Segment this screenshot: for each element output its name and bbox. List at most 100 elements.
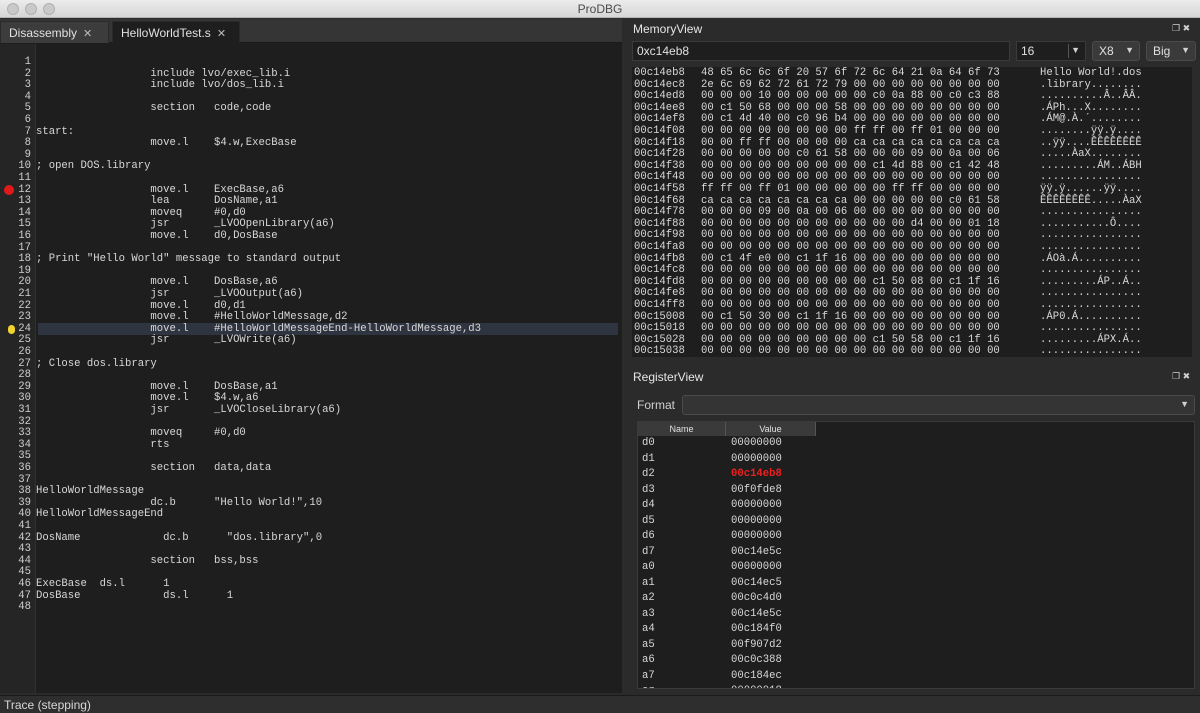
register-name: a7 [642, 669, 655, 682]
register-value[interactable]: 00f0fde8 [731, 483, 782, 499]
program-counter-icon [8, 324, 15, 334]
code-line[interactable]: move.l d0,DosBase [36, 230, 618, 243]
column-header-value[interactable]: Value [726, 422, 816, 436]
code-line[interactable]: ; Close dos.library [36, 358, 618, 371]
line-number[interactable]: 46 [18, 578, 31, 591]
register-table[interactable]: Name Value d0 00000000 d1 00000000 d2 00c14eb… [637, 421, 1195, 689]
source-code[interactable]: include lvo/exec_lib.i include lvo/dos_l… [36, 44, 622, 693]
code-line[interactable] [36, 521, 618, 533]
memory-bytes[interactable]: 00 00 00 00 00 00 00 00 00 00 00 00 00 0… [701, 241, 1000, 254]
code-line[interactable]: section bss,bss [36, 555, 618, 568]
code-line[interactable]: jsr _LVOOutput(a6) [36, 288, 618, 301]
code-line[interactable]: ExecBase ds.l 1 [36, 578, 618, 591]
register-value[interactable]: 00000000 [731, 498, 782, 514]
line-number[interactable]: 16 [18, 230, 31, 243]
memory-address: 00c14ff8 [634, 299, 685, 311]
register-name: a6 [642, 654, 655, 666]
columns-value: 16 [1021, 44, 1035, 58]
code-line[interactable]: DosBase ds.l 1 [36, 590, 618, 603]
memory-ascii[interactable]: ................ [1040, 299, 1142, 312]
chevron-down-icon: ▼ [1125, 45, 1134, 55]
memory-dump[interactable]: 00c14eb8 48 65 6c 6c 6f 20 57 6f 72 6c 64… [632, 67, 1192, 357]
memory-address: 00c15038 [634, 345, 685, 357]
memory-bytes[interactable]: ff ff 00 ff 01 00 00 00 00 00 ff ff 00 0… [701, 183, 1000, 196]
line-number[interactable]: 11 [18, 172, 31, 185]
code-line[interactable]: ; open DOS.library [36, 161, 618, 173]
register-name: a5 [642, 638, 655, 651]
line-number-gutter[interactable]: 1 2 3 4 5 6 7 8 9 10 11 12 13 14 15 16 17 18 19 20 21 22 23 24 2… [0, 44, 36, 693]
line-number[interactable]: 26 [18, 346, 31, 359]
register-name: d2 [642, 468, 655, 480]
code-line[interactable] [36, 602, 618, 614]
endian-combo[interactable]: Big ▼ [1146, 41, 1196, 61]
memory-ascii[interactable]: Hello World!.dos [1040, 67, 1142, 80]
status-bar: Trace (stepping) [0, 695, 1200, 713]
register-value[interactable]: 00c14e5c [731, 607, 782, 623]
code-line[interactable] [36, 115, 618, 127]
register-value[interactable]: 00c0c388 [731, 653, 782, 669]
register-name: a1 [642, 576, 655, 589]
code-line[interactable]: include lvo/dos_lib.i [36, 80, 618, 92]
register-value[interactable]: 00c14ec5 [731, 576, 782, 592]
tab-label: HelloWorldTest.s [121, 26, 211, 40]
register-value[interactable]: 00000000 [731, 514, 782, 530]
address-input[interactable]: 0xc14eb8 [632, 41, 1010, 61]
register-value[interactable]: 00000000 [731, 560, 782, 576]
line-number[interactable]: 41 [18, 520, 31, 533]
register-value[interactable]: 00000000 [731, 529, 782, 545]
memory-address: 00c14fa8 [634, 241, 685, 253]
memory-bytes[interactable]: 48 65 6c 6c 6f 20 57 6f 72 6c 64 21 0a 6… [701, 67, 1000, 80]
register-value[interactable]: 00000000 [731, 436, 782, 452]
code-line[interactable]: DosName dc.b "dos.library",0 [36, 532, 618, 545]
register-value[interactable]: 00c14eb8 [731, 467, 782, 483]
line-number[interactable]: 36 [18, 462, 31, 475]
data-width-value: X8 [1099, 44, 1114, 58]
pin-icon[interactable]: ✕ [83, 27, 92, 40]
code-line[interactable]: section code,code [36, 103, 618, 115]
register-value[interactable]: 00c184f0 [731, 622, 782, 638]
code-line[interactable] [36, 347, 618, 359]
line-number[interactable]: 21 [18, 288, 31, 301]
breakpoint-icon[interactable] [4, 184, 14, 195]
code-line[interactable]: HelloWorldMessageEnd [36, 509, 618, 521]
memory-bytes[interactable]: 00 00 00 00 00 00 00 00 00 00 00 00 00 0… [701, 346, 1000, 357]
register-value[interactable]: 00f907d2 [731, 638, 782, 654]
memory-ascii[interactable]: ........ÿÿ.ÿ.... [1040, 125, 1142, 138]
chevron-down-icon: ▼ [1071, 45, 1080, 55]
register-value[interactable]: 00c0c4d0 [731, 591, 782, 607]
memory-ascii[interactable]: ................ [1040, 346, 1142, 357]
register-value[interactable]: 00000000 [731, 452, 782, 468]
line-number[interactable]: 48 [18, 602, 31, 614]
memory-bytes[interactable]: 00 00 00 00 00 00 00 00 00 00 00 00 00 0… [701, 299, 1000, 312]
memory-bytes[interactable]: 00 00 00 00 00 00 00 00 ff ff 00 ff 01 0… [701, 125, 1000, 138]
close-icon[interactable]: ✖ [1183, 371, 1191, 381]
register-value[interactable]: 00c184ec [731, 669, 782, 685]
code-line[interactable]: jsr _LVOWrite(a6) [36, 335, 618, 347]
code-line[interactable]: jsr _LVOCloseLibrary(a6) [36, 404, 618, 417]
code-line[interactable]: move.l $4.w,ExecBase [36, 138, 618, 150]
register-value[interactable]: 00c14e5c [731, 545, 782, 561]
pin-icon[interactable]: ✕ [217, 27, 226, 40]
tab-disassembly[interactable]: Disassembly ✕ [0, 21, 109, 43]
memory-ascii[interactable]: ÿÿ.ÿ......ÿÿ.... [1040, 183, 1142, 196]
register-value[interactable]: 00000018 [731, 684, 782, 688]
close-icon[interactable]: ✖ [1183, 23, 1191, 33]
tab-label: Disassembly [9, 26, 78, 40]
code-line[interactable] [36, 173, 618, 185]
data-width-combo[interactable]: X8 ▼ [1092, 41, 1140, 61]
format-combo[interactable]: ▼ [682, 395, 1195, 415]
code-line[interactable]: section data,data [36, 462, 618, 475]
float-icon[interactable]: ❐ [1172, 371, 1180, 381]
column-header-name[interactable]: Name [638, 422, 726, 436]
code-line[interactable]: ; Print "Hello World" message to standar… [36, 254, 618, 266]
line-number[interactable]: 31 [18, 404, 31, 417]
columns-combo[interactable]: 16 ▼ [1016, 41, 1086, 61]
code-editor[interactable]: 1 2 3 4 5 6 7 8 9 10 11 12 13 14 15 16 17 18 19 20 21 22 23 24 2… [0, 44, 622, 693]
tab-helloworldtest[interactable]: HelloWorldTest.s ✕ [112, 21, 240, 43]
float-icon[interactable]: ❐ [1172, 23, 1180, 33]
code-line[interactable]: rts [36, 439, 618, 452]
memory-ascii[interactable]: ................ [1040, 241, 1142, 254]
line-number[interactable]: 6 [25, 114, 31, 127]
code-line[interactable] [36, 57, 618, 69]
line-number[interactable]: 1 [25, 56, 31, 69]
